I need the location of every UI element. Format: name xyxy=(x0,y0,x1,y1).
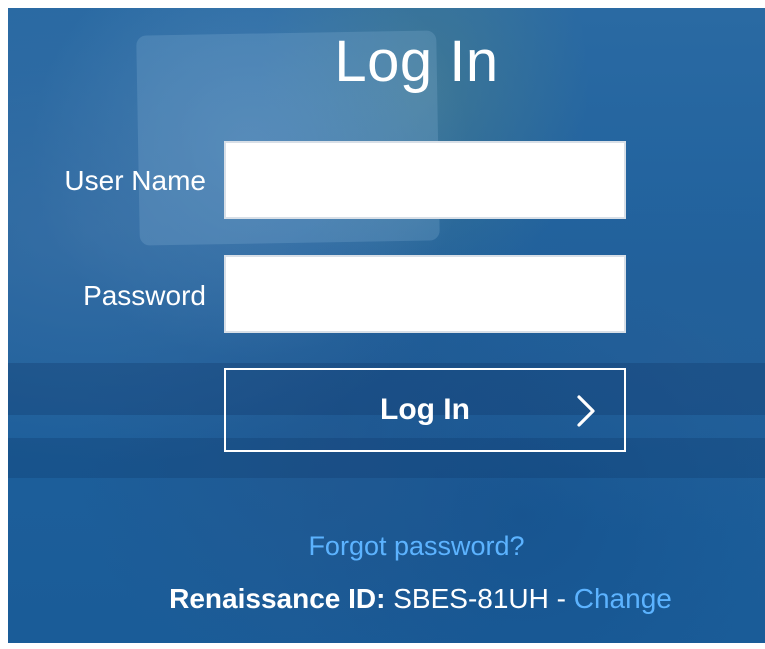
renaissance-id-line: Renaissance ID: SBES-81UH - Change xyxy=(8,583,765,615)
chevron-right-icon xyxy=(577,395,595,427)
change-renaissance-id-link[interactable]: Change xyxy=(574,583,672,614)
password-label: Password xyxy=(83,280,206,311)
renaissance-id-separator: - xyxy=(556,583,566,614)
login-panel: Log In User Name Password Log In Forgot … xyxy=(8,8,765,643)
password-input[interactable] xyxy=(224,255,626,333)
login-button[interactable]: Log In xyxy=(224,368,626,452)
username-label: User Name xyxy=(64,165,206,196)
login-button-label: Log In xyxy=(380,393,470,426)
username-input[interactable] xyxy=(224,141,626,219)
forgot-password-link[interactable]: Forgot password? xyxy=(8,530,765,562)
page-title: Log In xyxy=(334,29,499,94)
renaissance-id-value: SBES-81UH xyxy=(393,583,549,614)
renaissance-id-label: Renaissance ID: xyxy=(169,583,386,614)
